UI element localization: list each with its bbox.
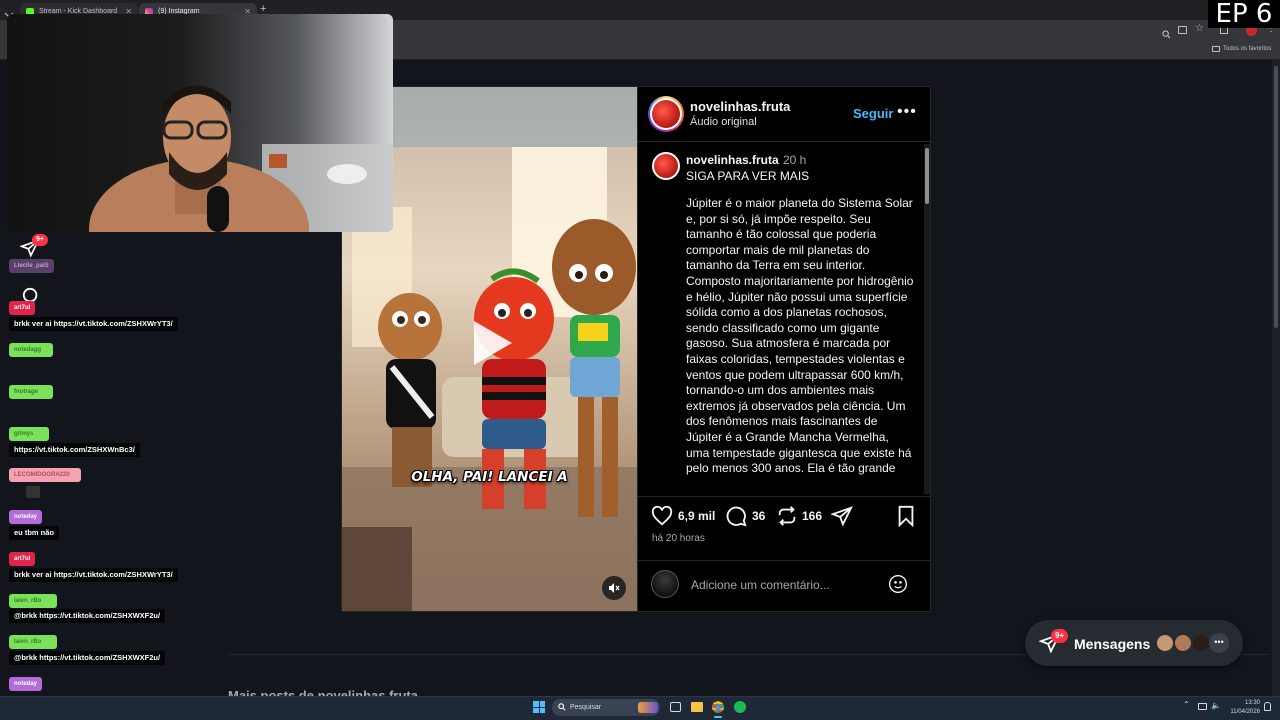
network-icon[interactable]: [1198, 703, 1207, 710]
search-highlight-image: [638, 702, 658, 713]
active-app-indicator: [714, 716, 722, 718]
messages-label: Mensagens: [1074, 636, 1151, 652]
chart-icon: [26, 486, 40, 498]
chat-message: https://vt.tiktok.com/ZSHXWnBc3/: [9, 443, 140, 457]
notifications-icon[interactable]: [1264, 702, 1271, 711]
more-options-icon[interactable]: •••: [897, 103, 917, 121]
chrome-icon[interactable]: [712, 701, 724, 713]
likes-count[interactable]: 6,9 mil: [678, 509, 715, 523]
clock-date[interactable]: 11/04/2026: [1224, 709, 1260, 715]
mute-button[interactable]: [602, 576, 626, 600]
actions-divider: [638, 496, 930, 497]
chat-username: notedagg: [9, 343, 53, 357]
contact-avatar: [1173, 633, 1193, 653]
like-button[interactable]: [651, 505, 673, 532]
file-explorer-icon[interactable]: [691, 702, 703, 712]
tray-chevron-icon[interactable]: ⌃: [1183, 700, 1190, 709]
taskbar-search[interactable]: Pesquisar: [552, 699, 660, 716]
heart-icon: [651, 505, 673, 526]
start-button[interactable]: [533, 701, 545, 713]
chat-message: brkk ver ai https://vt.tiktok.com/ZSHXWr…: [9, 317, 178, 331]
caption-author-avatar[interactable]: [652, 152, 680, 180]
chat-username: art7ul: [9, 552, 36, 566]
author-username[interactable]: novelinhas.fruta: [690, 99, 790, 114]
comment-input[interactable]: Adicione um comentário...: [691, 578, 881, 592]
chat-username: gitmys: [9, 427, 49, 441]
save-button[interactable]: [896, 505, 916, 532]
posted-ago: há 20 horas: [652, 533, 705, 544]
task-view-icon[interactable]: [670, 702, 681, 712]
messages-button[interactable]: 9+ Mensagens •••: [1025, 620, 1243, 666]
comments-count[interactable]: 36: [752, 509, 765, 523]
reposts-count[interactable]: 166: [802, 509, 822, 523]
page-scrollbar-thumb[interactable]: [1274, 66, 1278, 328]
share-button[interactable]: [830, 505, 853, 532]
star-icon[interactable]: ☆: [1195, 23, 1204, 34]
caption-headline: SIGA PARA VER MAIS: [686, 169, 810, 183]
chat-message: brkk ver ai https://vt.tiktok.com/ZSHXWr…: [9, 568, 178, 582]
episode-label: EP 6: [1208, 0, 1280, 28]
all-bookmarks-button[interactable]: Todos os favoritos: [1212, 46, 1271, 52]
follow-button[interactable]: Seguir: [853, 106, 893, 121]
user-avatar: [651, 570, 679, 598]
header-divider: [638, 141, 930, 142]
chat-username: fnotrage: [9, 385, 53, 399]
send-icon: [830, 506, 853, 527]
caption-time: 20 h: [783, 153, 807, 167]
more-posts-heading: Mais posts de novelinhas.fruta: [228, 688, 418, 696]
bookmark-icon: [898, 505, 914, 528]
chat-message: eu tbm não: [9, 526, 60, 540]
spotify-icon[interactable]: [734, 701, 746, 713]
author-avatar[interactable]: [648, 96, 684, 132]
chat-username: Lleclle_paiS: [9, 259, 54, 273]
webcam-feed: [7, 14, 393, 232]
muted-speaker-icon: [609, 583, 620, 593]
chat-message: @brkk https://vt.tiktok.com/ZSHXWXF2u/: [9, 651, 166, 665]
caption-author-username[interactable]: novelinhas.fruta: [686, 153, 779, 167]
more-contacts-icon: •••: [1209, 633, 1229, 653]
chat-username: laien_rBo: [9, 635, 57, 649]
caption-scrollbar-thumb[interactable]: [925, 148, 929, 204]
search-icon: [558, 703, 566, 711]
comment-divider: [638, 560, 930, 561]
folder-icon: [1212, 46, 1220, 52]
chat-username: noteday: [9, 677, 43, 691]
play-icon: [474, 321, 512, 365]
chat-username: noteday: [9, 510, 43, 524]
cast-icon[interactable]: [1178, 26, 1187, 34]
repost-button[interactable]: [776, 505, 798, 532]
video-subtitle: OLHA, PAI! LANCEI A: [411, 469, 568, 485]
chat-username: laien_rBo: [9, 594, 57, 608]
comment-icon: [726, 506, 747, 527]
contact-avatar: [1191, 633, 1211, 653]
chat-notification-badge: 9+: [32, 234, 48, 246]
repost-icon: [778, 506, 796, 526]
emoji-button[interactable]: [888, 574, 908, 599]
play-button[interactable]: [460, 313, 520, 373]
comment-button[interactable]: [725, 505, 747, 532]
chat-username: LECOMIDOGRA220: [9, 468, 81, 482]
contact-avatar: [1155, 633, 1175, 653]
chat-message: @brkk https://vt.tiktok.com/ZSHXWXF2u/: [9, 609, 166, 623]
clock-time[interactable]: 13:30: [1228, 700, 1260, 706]
audio-link[interactable]: Áudio original: [690, 116, 757, 128]
chat-username: art7ul: [9, 301, 36, 315]
emoji-icon: [889, 575, 907, 593]
caption-body: Júpiter é o maior planeta do Sistema Sol…: [686, 196, 914, 476]
window-controls: [4, 6, 14, 18]
volume-icon[interactable]: 🔈: [1211, 701, 1221, 710]
messages-badge: 9+: [1051, 629, 1069, 643]
